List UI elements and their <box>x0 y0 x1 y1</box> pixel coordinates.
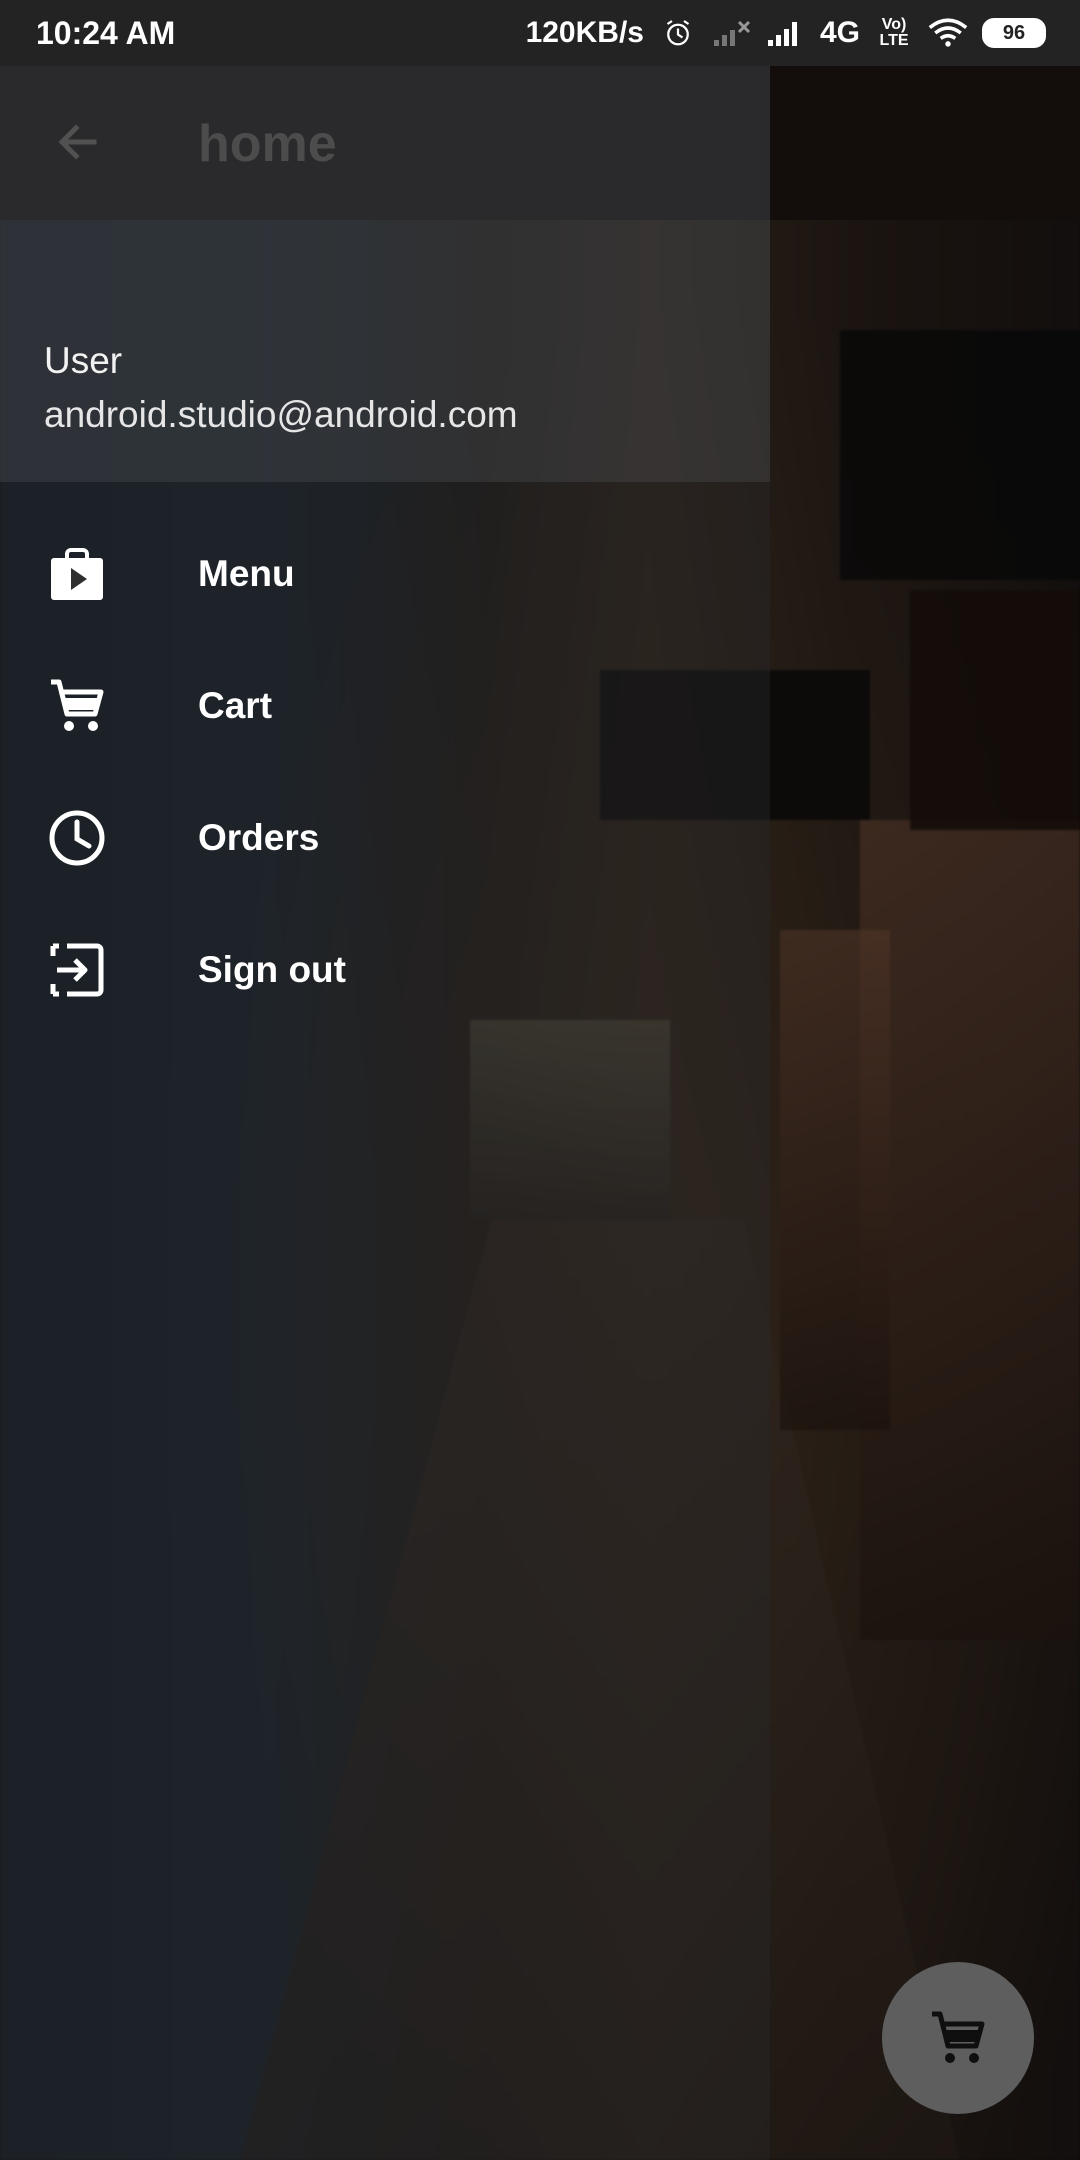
battery-icon: 96 <box>982 18 1046 48</box>
app-screen: 10:24 AM 120KB/s 4G Vo) LTE 96 home User… <box>0 0 1080 2160</box>
user-email: android.studio@android.com <box>44 394 518 435</box>
drawer-item-label: Orders <box>198 817 320 858</box>
signal-icon <box>767 22 797 46</box>
exit-icon <box>46 939 108 1001</box>
arrow-back-icon[interactable] <box>50 114 106 170</box>
network-type: 4G <box>819 16 860 49</box>
drawer-item-label: Sign out <box>198 949 346 990</box>
drawer-item-orders[interactable]: Orders <box>0 772 770 904</box>
drawer-item-menu[interactable]: Menu <box>0 508 770 640</box>
drawer-item-label: Menu <box>198 553 295 594</box>
drawer-item-sign-out[interactable]: Sign out <box>0 904 770 1036</box>
signal-no-service-icon <box>713 20 751 46</box>
cart-icon <box>46 675 108 737</box>
battery-level: 96 <box>1002 21 1026 44</box>
net-speed: 120KB/s <box>525 16 644 49</box>
drawer-item-cart[interactable]: Cart <box>0 640 770 772</box>
status-icons: 120KB/s 4G Vo) LTE 96 <box>526 16 1046 50</box>
navigation-drawer: home User android.studio@android.com Men… <box>0 66 770 2160</box>
page-title: home <box>198 115 337 173</box>
wifi-icon <box>928 18 968 47</box>
cart-icon <box>932 2011 985 2063</box>
clock-icon <box>46 807 108 869</box>
shop-bag-icon <box>46 543 108 605</box>
volte-label: Vo) LTE <box>879 16 909 49</box>
status-bar: 10:24 AM 120KB/s 4G Vo) LTE 96 <box>0 0 1080 66</box>
alarm-icon <box>666 20 690 46</box>
drawer-item-label: Cart <box>198 685 273 726</box>
drawer-header: User android.studio@android.com <box>0 220 770 482</box>
drawer-app-bar: home <box>0 66 770 220</box>
user-name: User <box>44 340 123 381</box>
cart-fab[interactable] <box>882 1962 1034 2114</box>
status-time: 10:24 AM <box>36 14 176 51</box>
